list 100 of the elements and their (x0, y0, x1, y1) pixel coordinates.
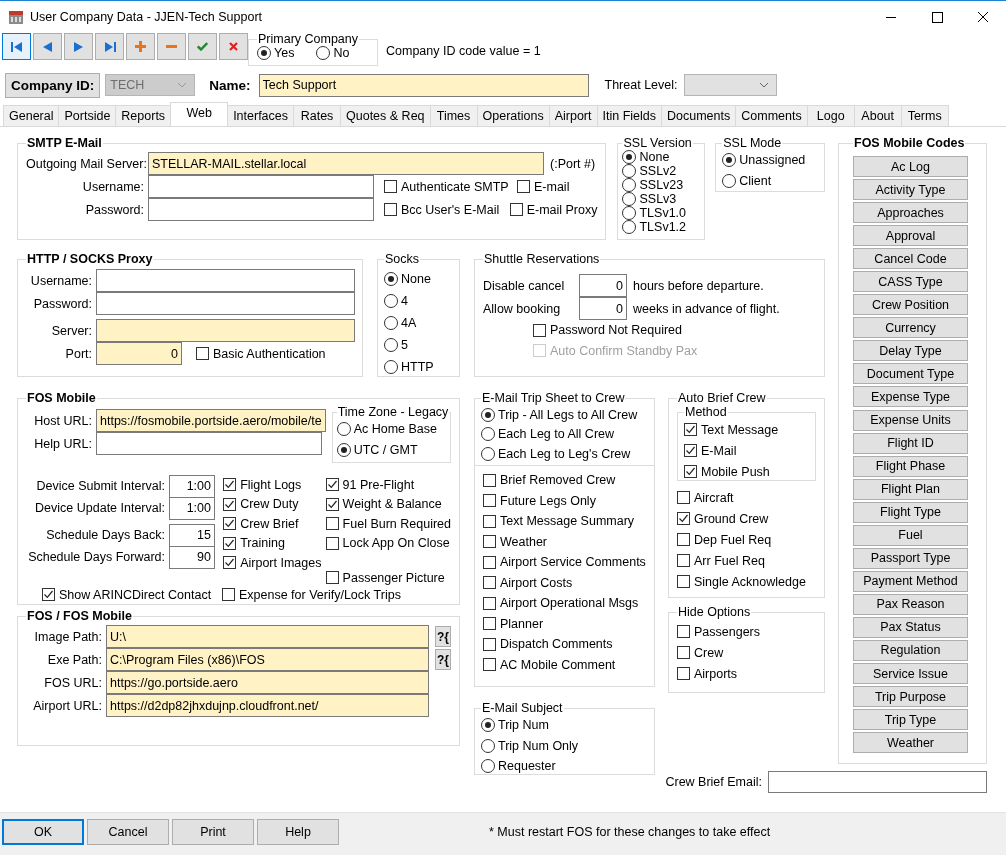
checkbox[interactable] (384, 203, 397, 216)
radio-button[interactable] (622, 178, 637, 192)
tab[interactable]: About (853, 105, 902, 126)
radio-button[interactable] (316, 46, 331, 60)
radio-button[interactable] (481, 427, 495, 442)
radio-button[interactable] (622, 206, 637, 220)
mail-server-field[interactable]: STELLAR-MAIL.stellar.local (148, 152, 544, 175)
checkbox[interactable] (483, 555, 496, 569)
code-button[interactable]: Flight ID (853, 432, 968, 454)
tab[interactable]: Itin Fields (596, 105, 662, 126)
checkbox[interactable] (325, 478, 339, 492)
checkbox[interactable] (533, 323, 546, 337)
checkbox[interactable] (677, 512, 690, 525)
checkbox[interactable] (483, 637, 496, 651)
code-button[interactable]: Cancel Code (853, 248, 968, 270)
code-button[interactable]: Activity Type (853, 179, 968, 201)
radio-button[interactable] (722, 153, 737, 168)
checkbox[interactable] (325, 497, 339, 511)
code-button[interactable]: Flight Phase (853, 455, 968, 477)
input-field[interactable]: 0 (579, 274, 627, 297)
code-button[interactable]: Pax Reason (853, 593, 968, 615)
port-field[interactable]: 0 (96, 342, 182, 365)
radio-button[interactable] (384, 316, 398, 330)
dialog-button[interactable]: Help (257, 819, 339, 845)
input-field[interactable] (96, 269, 355, 292)
input-field[interactable] (96, 319, 355, 342)
radio-button[interactable] (481, 446, 495, 461)
code-button[interactable]: Payment Method (853, 570, 968, 592)
checkbox[interactable] (517, 180, 530, 193)
radio-button[interactable] (384, 360, 398, 374)
checkbox[interactable] (483, 535, 496, 549)
browse-button[interactable]: ?{ (435, 649, 451, 670)
checkbox[interactable] (684, 444, 697, 457)
tab[interactable]: Comments (735, 105, 808, 126)
checkbox[interactable] (325, 571, 339, 585)
dialog-button[interactable]: Cancel (87, 819, 169, 845)
name-field[interactable]: Tech Support (258, 73, 589, 97)
previous-record-button[interactable] (33, 33, 62, 60)
radio-button[interactable] (384, 272, 398, 286)
checkbox[interactable] (483, 596, 496, 610)
tab[interactable]: Reports (115, 105, 172, 126)
tab[interactable]: Terms (900, 105, 949, 126)
code-button[interactable]: Trip Type (853, 709, 968, 731)
code-button[interactable]: Ac Log (853, 156, 968, 177)
checkbox[interactable] (223, 497, 237, 511)
input-field[interactable] (148, 175, 374, 198)
checkbox[interactable] (223, 517, 237, 531)
code-button[interactable]: Expense Units (853, 409, 968, 431)
checkbox[interactable] (483, 494, 496, 508)
tab[interactable]: Times (429, 105, 478, 126)
checkbox[interactable] (483, 658, 496, 672)
checkbox[interactable] (677, 667, 690, 680)
crew-brief-email-field[interactable] (768, 771, 987, 793)
input-field[interactable]: 15 (169, 523, 215, 547)
code-button[interactable]: Flight Type (853, 501, 968, 523)
code-button[interactable]: Approval (853, 225, 968, 247)
tab[interactable]: General (3, 105, 60, 126)
checkbox[interactable] (483, 617, 496, 631)
radio-button[interactable] (481, 407, 495, 422)
code-button[interactable]: Currency (853, 317, 968, 339)
code-button[interactable]: Expense Type (853, 386, 968, 408)
checkbox[interactable] (223, 556, 237, 570)
code-button[interactable]: Regulation (853, 640, 968, 661)
path-field[interactable]: C:\Program Files (x86)\FOS (106, 648, 429, 671)
tab[interactable]: Portside (58, 105, 117, 126)
checkbox[interactable] (677, 491, 690, 504)
path-field[interactable]: U:\ (106, 625, 429, 648)
code-button[interactable]: Approaches (853, 202, 968, 224)
radio-button[interactable] (622, 192, 637, 206)
checkbox[interactable] (684, 423, 697, 436)
checkbox[interactable] (677, 575, 690, 588)
code-button[interactable]: Fuel (853, 524, 968, 546)
input-field[interactable]: 90 (169, 545, 215, 569)
code-button[interactable]: Flight Plan (853, 478, 968, 500)
next-record-button[interactable] (64, 33, 93, 60)
code-button[interactable]: CASS Type (853, 271, 968, 293)
checkbox[interactable] (483, 576, 496, 590)
checkbox[interactable] (509, 203, 523, 216)
checkbox[interactable] (222, 588, 235, 601)
radio-button[interactable] (257, 46, 271, 60)
tab[interactable]: Airport (548, 105, 598, 126)
url-field[interactable] (96, 432, 322, 455)
checkbox[interactable] (677, 533, 690, 546)
radio-button[interactable] (336, 442, 351, 457)
code-button[interactable]: Passport Type (853, 547, 968, 569)
first-record-button[interactable] (2, 33, 31, 60)
input-field[interactable] (96, 292, 355, 315)
code-button[interactable]: Service Issue (853, 663, 968, 685)
checkbox[interactable] (677, 554, 690, 567)
checkbox[interactable] (325, 536, 339, 550)
radio-button[interactable] (384, 338, 398, 352)
checkbox[interactable] (483, 473, 496, 487)
checkbox[interactable] (223, 536, 237, 550)
tab[interactable]: Logo (806, 105, 855, 126)
checkbox[interactable] (483, 514, 496, 528)
checkbox[interactable] (677, 646, 690, 659)
input-field[interactable]: 1:00 (169, 496, 215, 520)
radio-button[interactable] (622, 150, 637, 164)
checkbox[interactable] (42, 588, 55, 601)
checkbox[interactable] (384, 180, 397, 193)
